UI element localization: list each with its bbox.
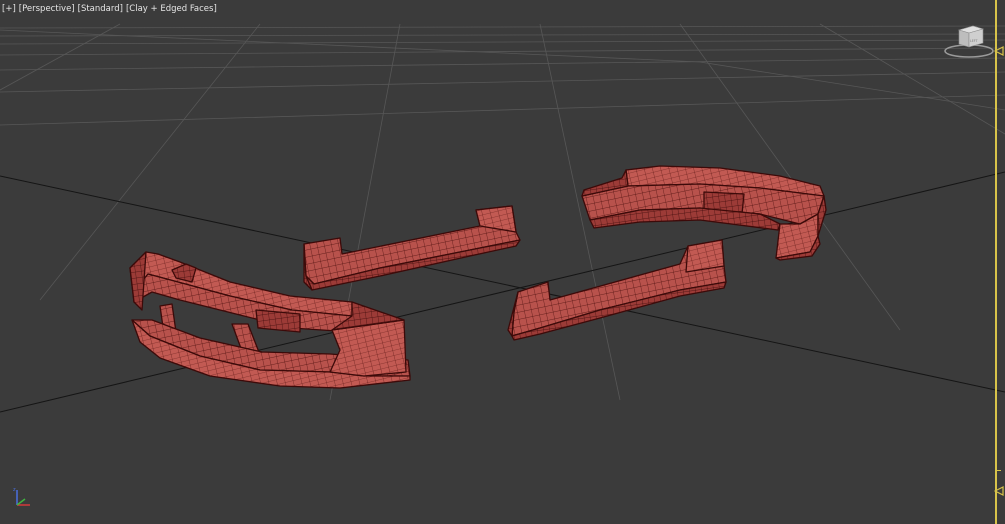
viewport-shading-menu[interactable]: [Clay + Edged Faces] [126,4,217,14]
viewcube-left-face [958,29,970,48]
viewcube[interactable]: LEFT [943,20,995,60]
side-skirt-back [303,205,521,291]
viewport-scene[interactable] [0,0,1005,524]
viewcube-face-label: LEFT [970,39,978,43]
time-slider-ruler [995,0,997,524]
viewport-view-menu[interactable]: [Perspective] [19,4,75,14]
ruler-marker-bottom-icon[interactable] [994,486,1004,496]
ruler-marker-top-icon[interactable] [994,46,1004,56]
axis-tripod-icon: z [13,487,30,506]
ruler-tick [996,470,1001,471]
viewport-standard-menu[interactable]: [Standard] [78,4,123,14]
viewport-label-bar: [+] [Perspective] [Standard] [Clay + Edg… [2,2,217,16]
svg-text:z: z [13,487,16,493]
viewport-general-menu[interactable]: [+] [2,4,16,14]
perspective-viewport[interactable]: [+] [Perspective] [Standard] [Clay + Edg… [0,0,1005,524]
